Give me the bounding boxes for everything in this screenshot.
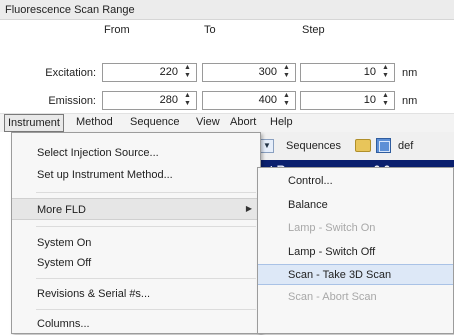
- spinner-arrows-icon[interactable]: ▲ ▼: [281, 92, 292, 109]
- default-label: def: [398, 140, 414, 152]
- menu-separator: [36, 192, 256, 193]
- spinner-arrows-icon[interactable]: ▲ ▼: [380, 92, 391, 109]
- excitation-label: Excitation:: [45, 67, 96, 79]
- submenu-item-label: Lamp - Switch On: [288, 222, 376, 234]
- submenu-item-balance[interactable]: Balance: [258, 195, 453, 216]
- submenu-arrow-icon: ▶: [245, 204, 252, 213]
- menu-item-revisions-serial[interactable]: Revisions & Serial #s...: [12, 283, 260, 305]
- toolbar: ▼ Sequences def: [250, 132, 454, 160]
- menu-item-system-off[interactable]: System Off: [12, 252, 260, 274]
- submenu-item-lamp-switch-off[interactable]: Lamp - Switch Off: [258, 242, 453, 263]
- excitation-step-spinner[interactable]: 10 ▲ ▼: [300, 63, 395, 82]
- menu-bar: Instrument Method Sequence View Abort He…: [0, 113, 454, 132]
- menu-item-label: System Off: [37, 257, 92, 269]
- submenu-item-label: Scan - Take 3D Scan: [288, 269, 392, 281]
- spinner-arrows-icon[interactable]: ▲ ▼: [380, 64, 391, 81]
- spinner-arrows-icon[interactable]: ▲ ▼: [281, 64, 292, 81]
- menu-separator: [36, 278, 256, 279]
- instrument-menu: Select Injection Source... Set up Instru…: [11, 132, 261, 334]
- emission-from-value: 280: [159, 94, 178, 106]
- from-header: From: [104, 24, 130, 36]
- menu-item-columns[interactable]: Columns...: [12, 313, 260, 335]
- submenu-item-lamp-switch-on: Lamp - Switch On: [258, 218, 453, 239]
- excitation-step-value: 10: [363, 66, 376, 78]
- submenu-item-control[interactable]: Control...: [258, 171, 453, 192]
- menu-method[interactable]: Method: [76, 116, 113, 128]
- submenu-item-label: Control...: [288, 175, 333, 187]
- menu-sequence[interactable]: Sequence: [130, 116, 180, 128]
- excitation-to-value: 300: [258, 66, 277, 78]
- emission-step-value: 10: [363, 94, 376, 106]
- submenu-item-label: Scan - Abort Scan: [288, 291, 377, 303]
- fluorescence-scan-range-panel: Fluorescence Scan Range From To Step Exc…: [0, 0, 454, 113]
- submenu-item-abort-scan: Scan - Abort Scan: [258, 287, 453, 308]
- menu-item-label: Select Injection Source...: [37, 147, 159, 159]
- emission-to-spinner[interactable]: 400 ▲ ▼: [202, 91, 296, 110]
- panel-title: Fluorescence Scan Range: [0, 0, 454, 20]
- menu-help[interactable]: Help: [270, 116, 293, 128]
- emission-label: Emission:: [48, 95, 96, 107]
- more-fld-submenu: Control... Balance Lamp - Switch On Lamp…: [257, 167, 454, 334]
- menu-item-label: Columns...: [37, 318, 90, 330]
- grid-icon[interactable]: [376, 138, 391, 153]
- menu-separator: [36, 226, 256, 227]
- excitation-from-spinner[interactable]: 220 ▲ ▼: [102, 63, 197, 82]
- to-header: To: [204, 24, 216, 36]
- submenu-item-take-3d-scan[interactable]: Scan - Take 3D Scan: [258, 264, 453, 285]
- menu-item-system-on[interactable]: System On: [12, 232, 260, 254]
- menu-item-label: Revisions & Serial #s...: [37, 288, 151, 300]
- emission-step-spinner[interactable]: 10 ▲ ▼: [300, 91, 395, 110]
- spinner-arrows-icon[interactable]: ▲ ▼: [182, 64, 193, 81]
- sequences-button[interactable]: Sequences: [286, 140, 341, 152]
- excitation-from-value: 220: [159, 66, 178, 78]
- menu-item-label: System On: [37, 237, 92, 249]
- submenu-item-label: Lamp - Switch Off: [288, 246, 376, 258]
- menu-item-more-fld[interactable]: More FLD ▶: [12, 198, 260, 220]
- menu-instrument[interactable]: Instrument: [4, 114, 64, 132]
- menu-item-label: More FLD: [37, 204, 86, 216]
- dropdown-arrow-icon[interactable]: ▼: [260, 139, 274, 153]
- excitation-to-spinner[interactable]: 300 ▲ ▼: [202, 63, 296, 82]
- emission-from-spinner[interactable]: 280 ▲ ▼: [102, 91, 197, 110]
- menu-abort[interactable]: Abort: [230, 116, 256, 128]
- menu-item-set-up-instrument-method[interactable]: Set up Instrument Method...: [12, 164, 260, 186]
- menu-separator: [36, 309, 256, 310]
- excitation-unit: nm: [402, 67, 418, 79]
- emission-unit: nm: [402, 95, 418, 107]
- submenu-item-label: Balance: [288, 199, 328, 211]
- menu-item-label: Set up Instrument Method...: [37, 169, 173, 181]
- step-header: Step: [302, 24, 325, 36]
- emission-to-value: 400: [258, 94, 277, 106]
- spinner-arrows-icon[interactable]: ▲ ▼: [182, 92, 193, 109]
- menu-item-select-injection-source[interactable]: Select Injection Source...: [12, 142, 260, 164]
- menu-view[interactable]: View: [196, 116, 220, 128]
- folder-icon[interactable]: [355, 139, 371, 152]
